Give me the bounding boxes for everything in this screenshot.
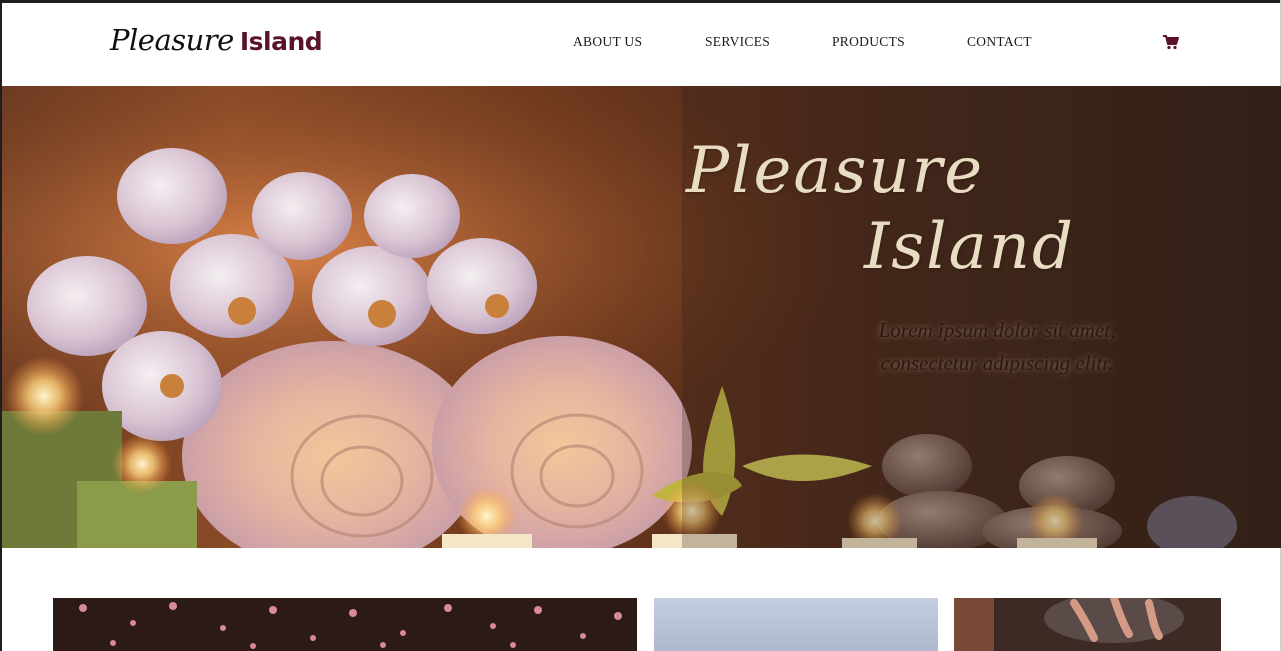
hero-subtitle: Lorem ipsum dolor sit amet, consectetur … (832, 314, 1162, 380)
nav-products[interactable]: PRODUCTS (832, 34, 905, 50)
hero-title-line-1: Pleasure (686, 134, 985, 208)
hero-title-line-2: Island (864, 210, 1075, 284)
flowers-image (53, 598, 637, 651)
massage-image (954, 598, 1221, 651)
site-header: Pleasure Island ABOUT US SERVICES PRODUC… (2, 3, 1280, 86)
feature-card-flowers[interactable] (53, 598, 637, 651)
nav-contact[interactable]: CONTACT (967, 34, 1032, 50)
shopping-cart-icon[interactable] (1162, 34, 1180, 50)
main-nav: ABOUT US SERVICES PRODUCTS CONTACT (2, 34, 1280, 54)
feature-card-towel[interactable] (654, 598, 938, 651)
nav-about-us[interactable]: ABOUT US (573, 34, 642, 50)
nav-services[interactable]: SERVICES (705, 34, 770, 50)
hero-subtitle-line-1: Lorem ipsum dolor sit amet, (878, 318, 1116, 342)
page: Pleasure Island ABOUT US SERVICES PRODUC… (0, 0, 1281, 651)
hero-subtitle-line-2: consectetur adipiscing elitr. (880, 351, 1114, 375)
feature-card-massage[interactable] (954, 598, 1221, 651)
hero-banner: Pleasure Island Lorem ipsum dolor sit am… (2, 86, 1281, 548)
